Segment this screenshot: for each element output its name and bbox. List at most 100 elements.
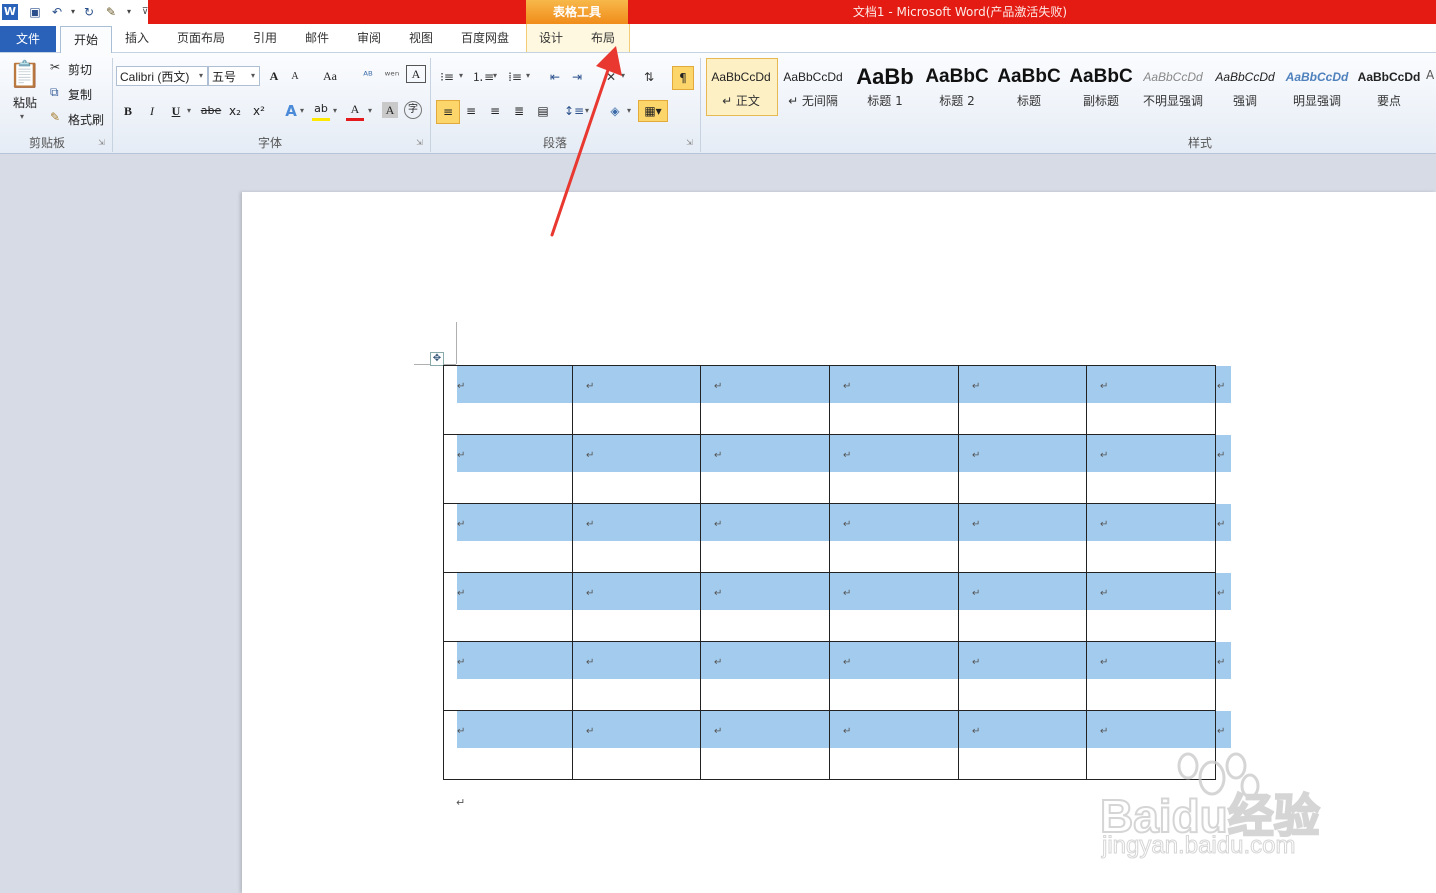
table-cell[interactable] [700,572,830,642]
bold-button[interactable]: B [120,100,136,122]
table-cell[interactable] [443,572,573,642]
style-item[interactable]: AaBbCcDd 要点 [1354,58,1424,116]
justify-icon[interactable]: ≣ [510,100,528,122]
table-cell[interactable] [443,503,573,573]
tab-mailings[interactable]: 邮件 [296,24,338,52]
tab-view[interactable]: 视图 [400,24,442,52]
table-cell[interactable] [700,641,830,711]
table-cell[interactable] [958,572,1087,642]
table-cell[interactable] [572,434,701,504]
paste-icon[interactable]: 📋 [8,58,42,92]
style-item[interactable]: AaBbC 标题 [994,58,1064,116]
paragraph-launcher-icon[interactable]: ⇲ [686,138,693,147]
align-left-icon[interactable]: ≡ [436,100,460,124]
underline-button[interactable]: U [168,100,184,122]
style-item[interactable]: AaBbCcDd ↵ 无间隔 [778,58,848,116]
table-cell[interactable] [572,641,701,711]
change-case-button[interactable]: Aa [318,65,342,87]
customize-icon[interactable]: ⊽ [136,3,154,21]
table-cell[interactable] [572,503,701,573]
strikethrough-button[interactable]: abe [200,100,222,122]
font-name-combo[interactable]: Calibri (西文) [116,66,208,86]
grow-font-button[interactable]: A [266,65,282,87]
table-cell[interactable] [700,365,830,435]
highlight-dropdown-icon[interactable]: ▾ [333,106,337,115]
cut-icon[interactable]: ✂ [50,60,66,76]
table-cell[interactable] [443,365,573,435]
superscript-button[interactable]: x² [250,100,268,122]
tab-page-layout[interactable]: 页面布局 [168,24,234,52]
table-cell[interactable] [1086,434,1216,504]
tab-home[interactable]: 开始 [60,26,112,53]
styles-more-icon[interactable]: A [1426,68,1436,82]
font-launcher-icon[interactable]: ⇲ [416,138,423,147]
table-cell[interactable] [1086,572,1216,642]
copy-button[interactable]: 复制 [68,86,92,103]
text-effects-dropdown-icon[interactable]: ▾ [300,106,304,115]
table-cell[interactable] [700,503,830,573]
cut-button[interactable]: 剪切 [68,61,92,78]
clipboard-launcher-icon[interactable]: ⇲ [98,138,105,147]
table-cell[interactable] [443,710,573,780]
style-item[interactable]: AaBbCcDd ↵ 正文 [706,58,776,116]
char-border-button[interactable]: A [406,65,426,83]
style-item[interactable]: AaBbCcDd 不明显强调 [1138,58,1208,116]
table-cell[interactable] [1086,503,1216,573]
underline-dropdown-icon[interactable]: ▾ [187,106,191,115]
font-color-button[interactable]: A [346,100,364,121]
style-item[interactable]: AaBbCcDd 强调 [1210,58,1280,116]
subscript-button[interactable]: x₂ [226,100,244,122]
style-item[interactable]: AaBb 标题 1 [850,58,920,116]
font-name-dropdown-icon[interactable]: ▾ [199,71,203,80]
redo-icon[interactable]: ↻ [80,3,98,21]
table-cell[interactable] [443,641,573,711]
table-cell[interactable] [958,365,1087,435]
table-cell[interactable] [829,365,959,435]
align-center-icon[interactable]: ≡ [462,100,480,122]
table-move-handle-icon[interactable]: ✥ [430,352,444,366]
tab-references[interactable]: 引用 [244,24,286,52]
multilevel-dropdown-icon[interactable]: ▾ [526,71,530,80]
char-shading-button[interactable]: A [382,102,398,118]
shrink-font-button[interactable]: A [288,66,302,88]
paste-dropdown-icon[interactable]: ▾ [20,112,24,121]
table-cell[interactable] [1086,365,1216,435]
table-cell[interactable] [700,710,830,780]
tab-review[interactable]: 审阅 [348,24,390,52]
sort-icon[interactable]: ⇅ [640,66,658,88]
font-size-dropdown-icon[interactable]: ▾ [251,71,255,80]
paste-button[interactable]: 粘贴 [10,94,40,111]
show-marks-icon[interactable]: ¶ [672,66,694,90]
table-cell[interactable] [572,365,701,435]
table-cell[interactable] [829,503,959,573]
tab-insert[interactable]: 插入 [116,24,158,52]
borders-icon[interactable]: ▦▾ [638,100,668,122]
table-cell[interactable] [829,710,959,780]
table-cell[interactable] [958,434,1087,504]
format-painter-button[interactable]: 格式刷 [68,111,104,128]
table-cell[interactable] [958,641,1087,711]
word-icon[interactable]: W [2,4,18,20]
table-cell[interactable] [572,572,701,642]
bullets-dropdown-icon[interactable]: ▾ [459,71,463,80]
phonetic-guide-icon[interactable]: ʷᵉⁿ [382,65,402,87]
style-item[interactable]: AaBbC 副标题 [1066,58,1136,116]
copy-icon[interactable]: ⧉ [50,85,66,101]
table-cell[interactable] [1086,641,1216,711]
enclose-char-button[interactable]: 字 [404,101,422,119]
clear-format-icon[interactable]: ᴬᴮ [358,65,378,87]
table-cell[interactable] [443,434,573,504]
table-cell[interactable] [700,434,830,504]
tab-file[interactable]: 文件 [0,26,56,52]
table-cell[interactable] [829,434,959,504]
numbering-icon[interactable]: ⒈≡ [472,66,494,88]
table-cell[interactable] [958,503,1087,573]
tab-baidu-netdisk[interactable]: 百度网盘 [452,24,518,52]
align-right-icon[interactable]: ≡ [486,100,504,122]
table-cell[interactable] [572,710,701,780]
multilevel-list-icon[interactable]: ⁞≡ [506,66,524,88]
table-cell[interactable] [958,710,1087,780]
bullets-icon[interactable]: ⁝≡ [438,66,456,88]
table-cell[interactable] [829,641,959,711]
save-icon[interactable]: ▣ [26,3,44,21]
